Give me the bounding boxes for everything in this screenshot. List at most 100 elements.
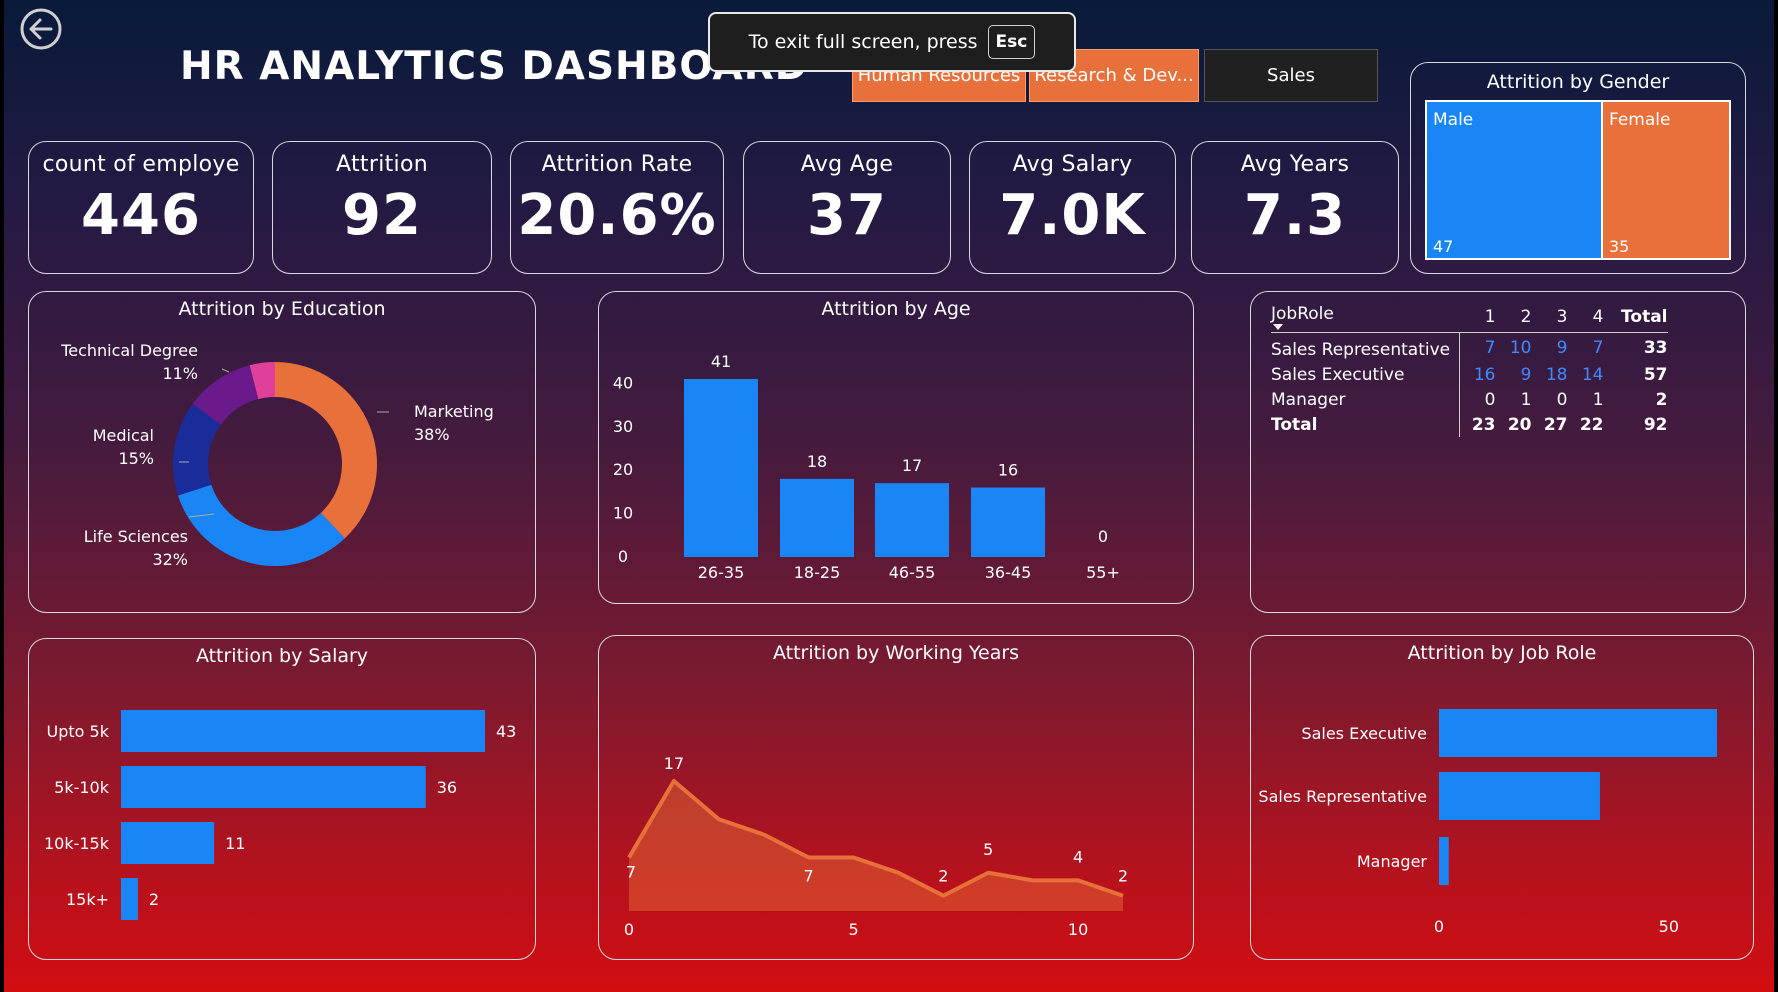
matrix-total-cell: 23: [1471, 414, 1496, 435]
area-fill: [629, 781, 1123, 911]
slicer-sales[interactable]: Sales: [1204, 49, 1378, 102]
sort-caret-icon[interactable]: [1273, 324, 1283, 330]
female-label: Female: [1609, 110, 1671, 130]
matrix-row-total: 2: [1655, 389, 1668, 410]
age-bar[interactable]: [780, 478, 854, 557]
gender-treemap: Male 47 Female 35: [1425, 100, 1731, 260]
y-tick-label: 15k+: [66, 890, 109, 909]
donut-slice[interactable]: [177, 484, 345, 566]
kpi-value: 92: [342, 183, 422, 248]
y-tick-label: 30: [613, 417, 633, 436]
donut-slice[interactable]: [275, 362, 377, 539]
slice-pct: 38%: [414, 425, 450, 444]
matrix-grand-total: 92: [1643, 414, 1668, 435]
slice-label: Technical Degree: [60, 341, 198, 360]
point-data-label: 2: [938, 867, 948, 886]
bar-data-label: 43: [496, 722, 516, 741]
y-tick-label: 5k-10k: [54, 778, 110, 797]
matrix-cell: 1: [1520, 389, 1532, 410]
slice-label: Life Sciences: [84, 527, 188, 546]
matrix-row-total: 33: [1643, 337, 1668, 358]
matrix-cell: 14: [1581, 364, 1604, 385]
bar-data-label: 17: [902, 456, 922, 475]
kpi-label: Avg Years: [1240, 152, 1350, 177]
slice-pct: 15%: [118, 449, 154, 468]
bar-data-label: 36: [437, 778, 457, 797]
salary-bar-chart: Upto 5k 43 5k-10k 36 10k-15k 11 15k+ 2: [44, 710, 516, 920]
fullscreen-notice-text: To exit full screen, press: [748, 31, 978, 53]
jobrole-matrix-card: JobRole 1 2 3 4 Total Sales Representati…: [1250, 291, 1746, 613]
y-tick-label: Manager: [1357, 852, 1428, 871]
education-donut-chart: Marketing 38% Life Sciences 32% Medical …: [60, 341, 494, 569]
matrix-cell: 18: [1545, 364, 1568, 385]
y-tick-label: 40: [613, 373, 633, 392]
treemap-male[interactable]: Male 47: [1427, 102, 1603, 258]
matrix-row-label: Manager: [1271, 387, 1460, 412]
kpi-label: count of employe: [42, 152, 240, 177]
matrix-total-cell: 27: [1543, 414, 1568, 435]
x-tick-label: 55+: [1086, 563, 1120, 582]
salary-bar[interactable]: [121, 878, 138, 920]
matrix-row: Sales Representative 7 10 9 7 33: [1271, 332, 1668, 362]
matrix-total-cell: 20: [1507, 414, 1532, 435]
kpi-label: Attrition Rate: [541, 152, 693, 177]
esc-key-badge: Esc: [987, 25, 1036, 59]
jobrole-bar[interactable]: [1439, 772, 1600, 820]
bar-data-label: 0: [1098, 527, 1108, 546]
slice-label: Marketing: [414, 402, 494, 421]
point-data-label: 5: [983, 840, 993, 859]
matrix-cell: 9: [1520, 364, 1532, 385]
matrix-cell: 9: [1556, 337, 1568, 358]
salary-bar[interactable]: [121, 766, 426, 808]
matrix-total-label: Total: [1271, 412, 1460, 437]
matrix-header-col: 4: [1592, 307, 1604, 327]
jobrole-card: Attrition by Job Role Sales Executive Sal…: [1250, 635, 1754, 960]
point-data-label: 4: [1073, 847, 1083, 866]
y-tick-label: 10: [613, 504, 633, 523]
y-tick-label: Sales Representative: [1258, 787, 1427, 806]
jobrole-bar[interactable]: [1439, 709, 1717, 757]
matrix-cell: 10: [1509, 337, 1532, 358]
matrix-cell: 7: [1484, 337, 1496, 358]
salary-bar[interactable]: [121, 710, 485, 752]
point-data-label: 7: [804, 866, 814, 885]
kpi-value: 446: [81, 183, 201, 248]
x-tick-label: 36-45: [985, 563, 1032, 582]
age-bar-chart: 0 10 20 30 40 41 26-35 18 18-25 17 46-55 16 36-45 0 55…: [613, 352, 1120, 582]
dashboard-canvas: HR ANALYTICS DASHBOARD Human Resources R…: [4, 0, 1774, 992]
kpi-count-of-employees: count of employe 446: [28, 141, 254, 274]
matrix-row-label: Sales Executive: [1271, 362, 1460, 387]
age-bar[interactable]: [684, 379, 758, 557]
working-years-card: Attrition by Working Years 7 17 7 2 5 4 2 0 5 10: [598, 635, 1194, 960]
matrix-header-jobrole[interactable]: JobRole: [1271, 302, 1459, 333]
x-tick-label: 26-35: [698, 563, 745, 582]
point-data-label: 17: [664, 754, 684, 773]
matrix-header-label: JobRole: [1271, 304, 1334, 324]
matrix-cell: 0: [1484, 389, 1496, 410]
slice-label: Medical: [93, 426, 154, 445]
age-bar[interactable]: [971, 487, 1045, 557]
kpi-value: 7.3: [1243, 183, 1347, 248]
female-value: 35: [1609, 237, 1630, 256]
kpi-value: 7.0K: [999, 183, 1146, 248]
matrix-total-cell: 22: [1579, 414, 1604, 435]
fullscreen-notice: To exit full screen, press Esc: [708, 12, 1076, 72]
bar-data-label: 16: [998, 461, 1018, 480]
male-label: Male: [1433, 110, 1474, 130]
back-arrow-icon[interactable]: [18, 6, 64, 52]
kpi-attrition: Attrition 92: [272, 141, 492, 274]
matrix-row: Manager 0 1 0 1 2: [1271, 387, 1668, 412]
salary-bar[interactable]: [121, 822, 215, 864]
treemap-female[interactable]: Female 35: [1603, 102, 1729, 258]
y-tick-label: Sales Executive: [1301, 724, 1427, 743]
matrix-row-total: 57: [1643, 364, 1668, 385]
bar-data-label: 11: [225, 834, 245, 853]
gender-card: Attrition by Gender Male 47 Female 35: [1410, 62, 1746, 274]
jobrole-bar[interactable]: [1439, 837, 1449, 885]
kpi-attrition-rate: Attrition Rate 20.6%: [510, 141, 724, 274]
kpi-label: Attrition: [336, 152, 428, 177]
education-card: Attrition by Education Marketing 38% Lif…: [28, 291, 536, 613]
kpi-value: 20.6%: [517, 183, 717, 248]
age-bar[interactable]: [875, 483, 949, 557]
y-tick-label: 0: [618, 547, 628, 566]
